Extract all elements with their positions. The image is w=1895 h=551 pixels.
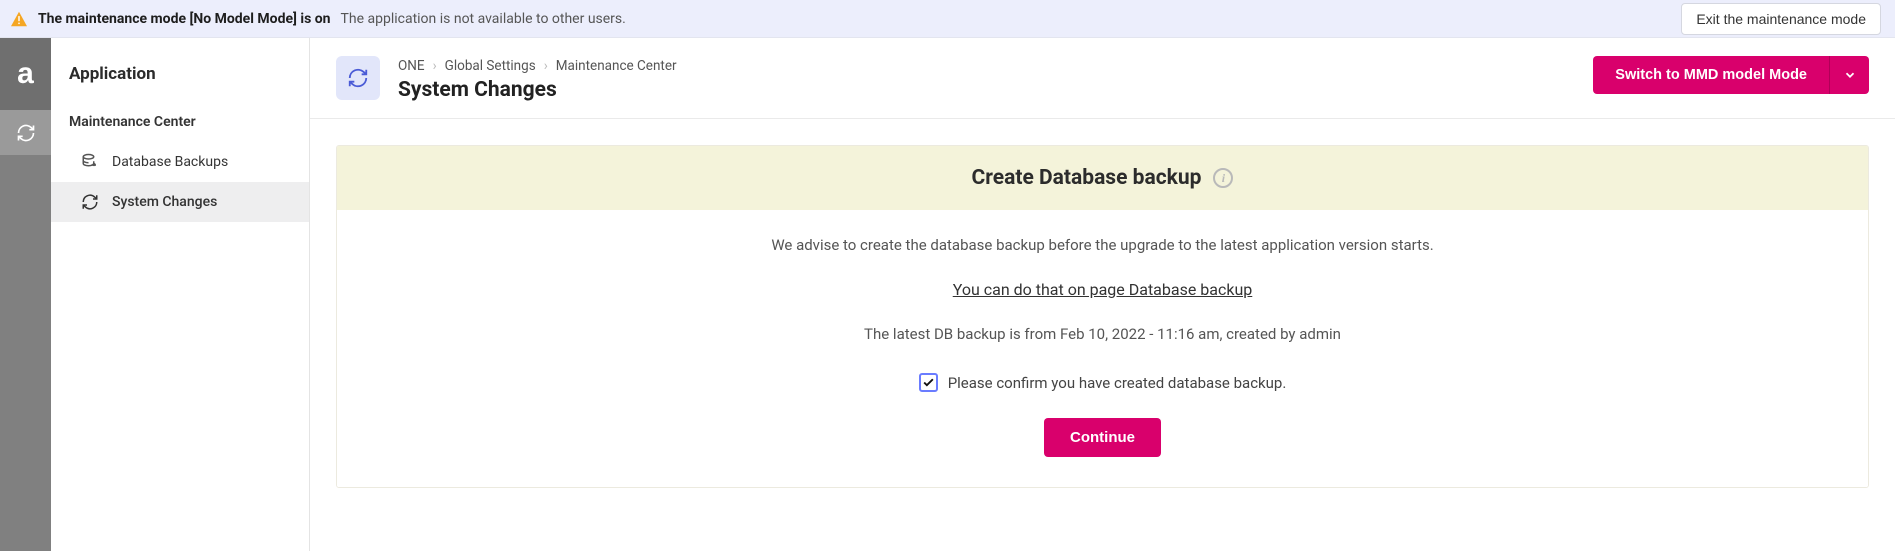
backup-card: Create Database backup i We advise to cr…: [336, 145, 1869, 488]
sidebar: Application Maintenance Center Database …: [51, 38, 310, 551]
card-header: Create Database backup i: [337, 146, 1868, 210]
check-icon: [922, 376, 935, 389]
page-icon: [336, 56, 380, 100]
backup-page-link[interactable]: You can do that on page Database backup: [953, 280, 1253, 299]
chevron-right-icon: ›: [433, 58, 437, 74]
sidebar-group-header: Maintenance Center: [51, 114, 309, 142]
card-advice-text: We advise to create the database backup …: [347, 236, 1858, 254]
chevron-down-icon: [1843, 68, 1857, 82]
breadcrumb: ONE › Global Settings › Maintenance Cent…: [398, 58, 677, 74]
app-logo[interactable]: a: [0, 38, 51, 110]
chevron-right-icon: ›: [544, 58, 548, 74]
switch-mode-dropdown[interactable]: [1829, 56, 1869, 94]
sidebar-item-label: System Changes: [112, 194, 217, 210]
rail-item-maintenance[interactable]: [0, 110, 51, 155]
sidebar-item-database-backups[interactable]: Database Backups: [51, 142, 309, 182]
sync-icon: [347, 67, 369, 89]
switch-mode-group: Switch to MMD model Mode: [1593, 56, 1869, 94]
exit-maintenance-button[interactable]: Exit the maintenance mode: [1681, 3, 1881, 35]
maintenance-banner: The maintenance mode [No Model Mode] is …: [0, 0, 1895, 38]
sidebar-item-label: Database Backups: [112, 154, 228, 170]
latest-backup-text: The latest DB backup is from Feb 10, 202…: [347, 325, 1858, 343]
banner-subtitle: The application is not available to othe…: [341, 11, 626, 27]
switch-mode-button[interactable]: Switch to MMD model Mode: [1593, 56, 1829, 94]
sidebar-item-system-changes[interactable]: System Changes: [51, 182, 309, 222]
page-header: ONE › Global Settings › Maintenance Cent…: [310, 38, 1895, 119]
sidebar-title: Application: [51, 38, 309, 114]
banner-left: The maintenance mode [No Model Mode] is …: [10, 11, 626, 27]
continue-button[interactable]: Continue: [1044, 418, 1161, 457]
banner-title: The maintenance mode [No Model Mode] is …: [38, 11, 331, 27]
sync-icon: [81, 193, 99, 211]
database-icon: [81, 153, 99, 171]
app-rail: a: [0, 38, 51, 551]
info-icon[interactable]: i: [1213, 168, 1233, 188]
breadcrumb-item[interactable]: ONE: [398, 58, 425, 74]
confirm-label: Please confirm you have created database…: [948, 374, 1287, 392]
content-area: ONE › Global Settings › Maintenance Cent…: [310, 38, 1895, 551]
warning-icon: [10, 11, 28, 27]
confirm-checkbox[interactable]: [919, 373, 938, 392]
sync-icon: [16, 123, 36, 143]
breadcrumb-item[interactable]: Global Settings: [445, 58, 536, 74]
page-title: System Changes: [398, 78, 677, 102]
card-title: Create Database backup: [972, 166, 1202, 190]
breadcrumb-item[interactable]: Maintenance Center: [556, 58, 677, 74]
